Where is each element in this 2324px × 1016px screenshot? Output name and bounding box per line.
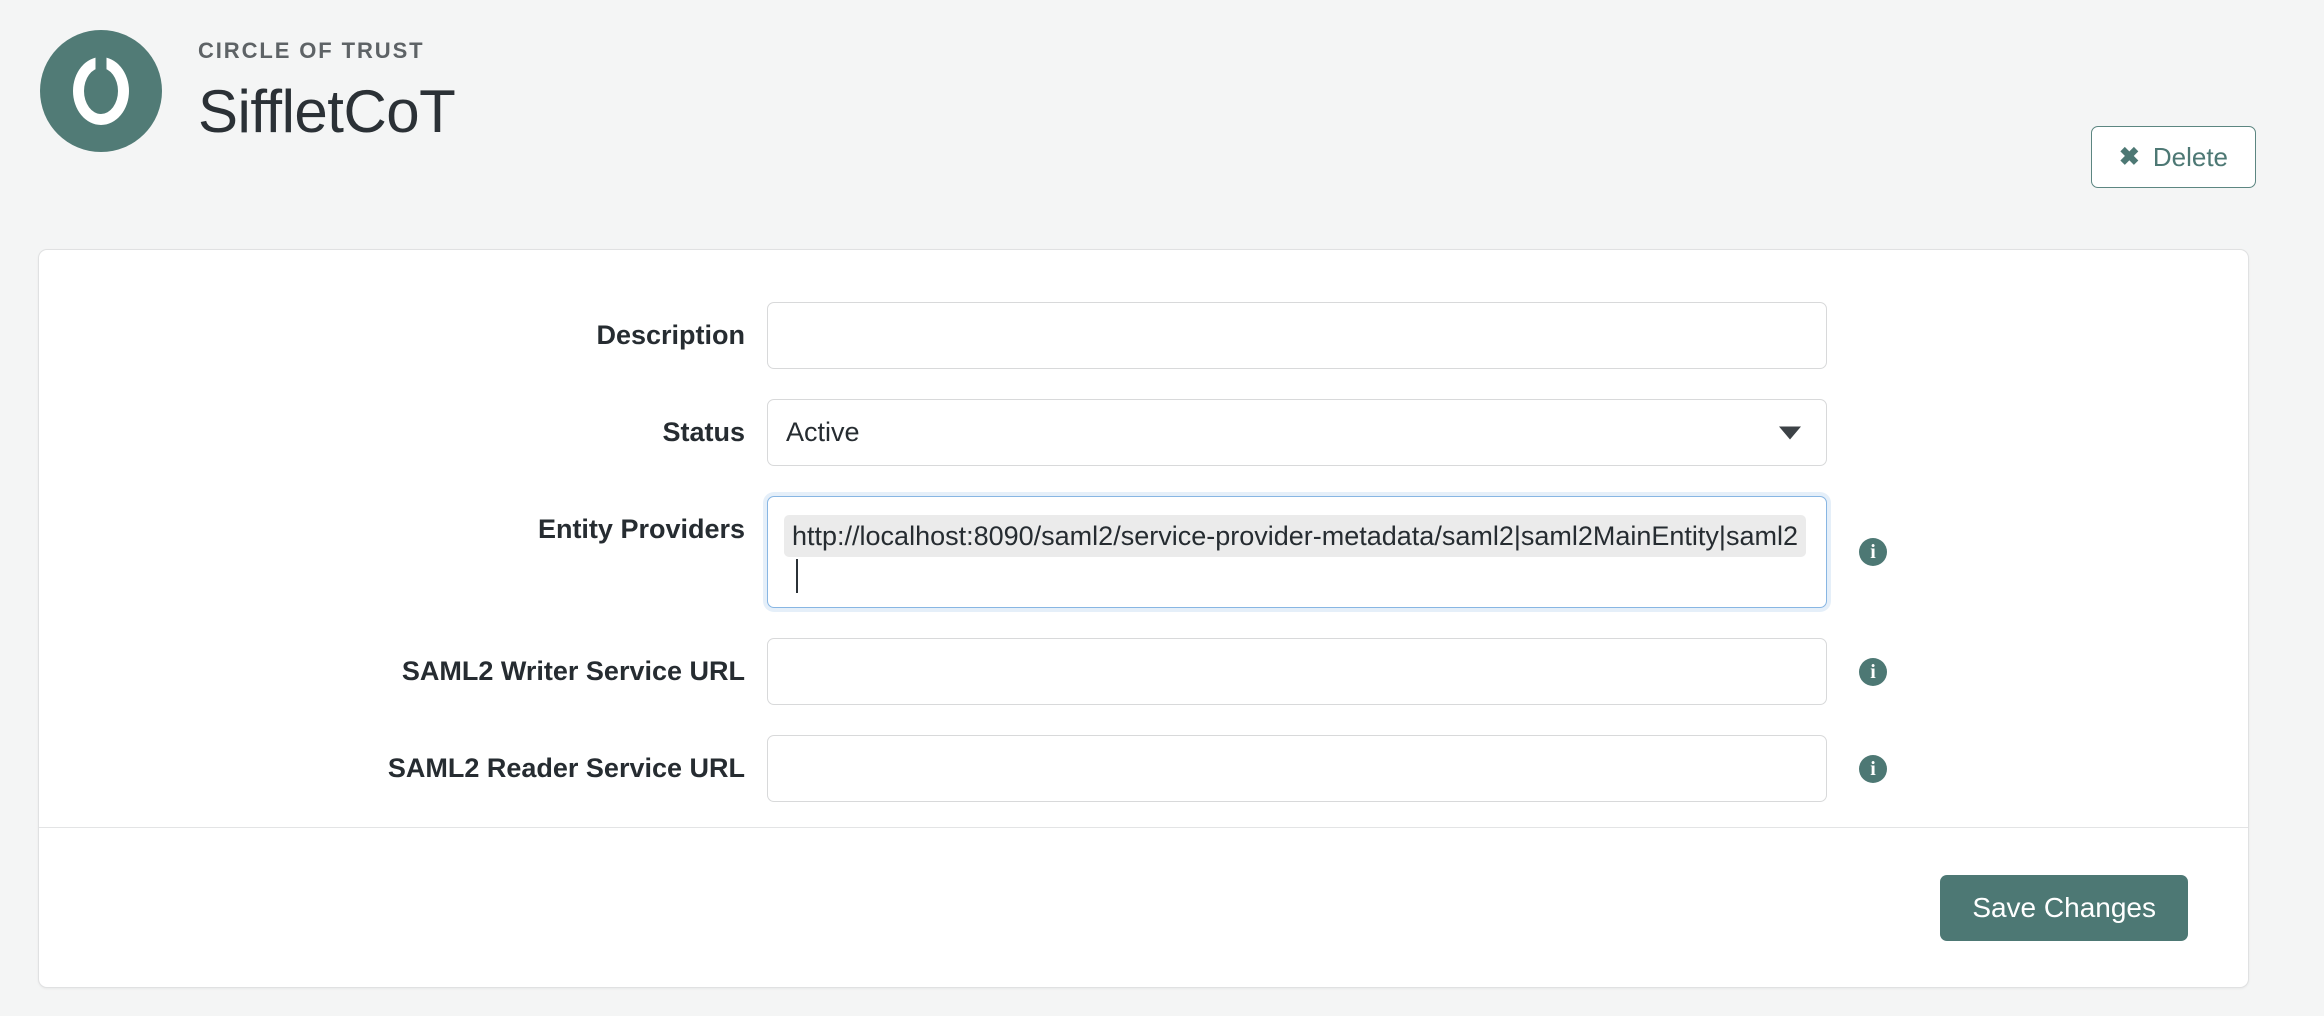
delete-button-label: Delete [2152, 141, 2228, 172]
saml2-writer-service-url-info-icon[interactable]: i [1859, 658, 1887, 686]
page-header: CIRCLE OF TRUST SiffletCoT ✖ Delete [0, 0, 2324, 249]
close-x-icon: ✖ [2118, 142, 2140, 171]
entity-providers-control: http://localhost:8090/saml2/service-prov… [767, 496, 1827, 608]
save-changes-button[interactable]: Save Changes [1940, 874, 2188, 941]
saml2-reader-service-url-info-icon[interactable]: i [1859, 755, 1887, 783]
breadcrumb-eyebrow: CIRCLE OF TRUST [198, 37, 425, 63]
entity-providers-input[interactable]: http://localhost:8090/saml2/service-prov… [767, 496, 1827, 608]
form-row-saml2-reader-service-url: SAML2 Reader Service URL i [39, 735, 2248, 802]
page-title: SiffletCoT [198, 77, 456, 145]
description-label: Description [596, 320, 745, 350]
page-root: CIRCLE OF TRUST SiffletCoT ✖ Delete Desc… [0, 0, 2324, 1016]
settings-card: Description Status Active Entity Provide… [38, 249, 2249, 988]
brand: CIRCLE OF TRUST SiffletCoT [40, 30, 456, 152]
form-row-status: Status Active [39, 399, 2248, 466]
text-caret [796, 559, 798, 593]
saml2-writer-service-url-control [767, 638, 1827, 705]
settings-form: Description Status Active Entity Provide… [39, 250, 2248, 827]
saml2-reader-service-url-label: SAML2 Reader Service URL [387, 753, 745, 783]
circle-power-ring-logo-icon [40, 30, 162, 152]
logo-stem-shape [95, 55, 107, 77]
status-control: Active [767, 399, 1827, 466]
form-row-description: Description [39, 302, 2248, 369]
status-select[interactable]: Active [767, 399, 1827, 466]
header-actions: ✖ Delete [2090, 126, 2256, 188]
form-row-saml2-writer-service-url: SAML2 Writer Service URL i [39, 638, 2248, 705]
saml2-reader-service-url-control [767, 735, 1827, 802]
status-select-wrap: Active [767, 399, 1827, 466]
description-input[interactable] [767, 302, 1827, 369]
description-control [767, 302, 1827, 369]
status-label: Status [662, 417, 745, 447]
entity-provider-tag[interactable]: http://localhost:8090/saml2/service-prov… [784, 515, 1806, 557]
saml2-writer-service-url-label: SAML2 Writer Service URL [401, 656, 745, 686]
delete-button[interactable]: ✖ Delete [2090, 126, 2256, 188]
brand-text: CIRCLE OF TRUST SiffletCoT [198, 37, 456, 145]
form-row-entity-providers: Entity Providers http://localhost:8090/s… [39, 496, 2248, 608]
entity-providers-info-icon[interactable]: i [1859, 538, 1887, 566]
saml2-reader-service-url-input[interactable] [767, 735, 1827, 802]
saml2-writer-service-url-input[interactable] [767, 638, 1827, 705]
entity-providers-label: Entity Providers [537, 514, 745, 544]
card-footer: Save Changes [39, 827, 2248, 987]
